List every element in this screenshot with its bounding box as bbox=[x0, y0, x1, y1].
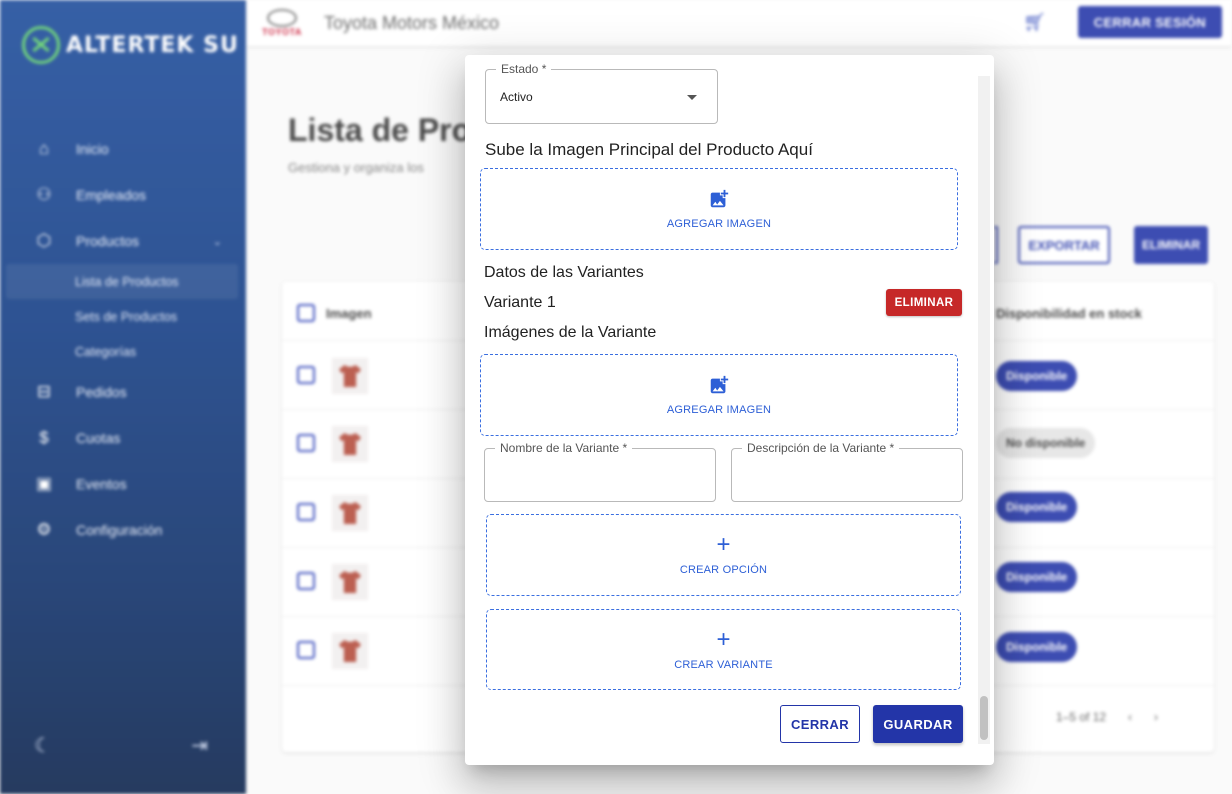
add-photo-icon bbox=[710, 375, 729, 394]
add-photo-icon bbox=[710, 189, 729, 208]
dialog-scrollbar-track[interactable] bbox=[978, 76, 990, 744]
save-button[interactable]: GUARDAR bbox=[873, 705, 963, 743]
variant-image-dropzone[interactable]: AGREGAR IMAGEN bbox=[480, 354, 958, 436]
main-image-dropzone[interactable]: AGREGAR IMAGEN bbox=[480, 168, 958, 250]
variant-images-heading: Imágenes de la Variante bbox=[484, 324, 657, 341]
main-image-heading: Sube la Imagen Principal del Producto Aq… bbox=[485, 140, 813, 159]
estado-label: Estado * bbox=[496, 62, 552, 76]
create-option-button[interactable]: + CREAR OPCIÓN bbox=[486, 514, 961, 596]
delete-variant-button[interactable]: ELIMINAR bbox=[886, 289, 962, 316]
variant-title: Variante 1 bbox=[484, 294, 556, 311]
close-dialog-button[interactable]: CERRAR bbox=[780, 705, 860, 743]
dropdown-arrow-icon bbox=[687, 95, 697, 100]
variant-name-field[interactable]: Nombre de la Variante * bbox=[484, 441, 716, 502]
estado-value: Activo bbox=[500, 90, 533, 104]
add-image-label: AGREGAR IMAGEN bbox=[666, 218, 772, 230]
dialog-scrollbar-thumb[interactable] bbox=[980, 696, 988, 740]
create-option-label: CREAR OPCIÓN bbox=[679, 564, 768, 576]
add-variant-image-label: AGREGAR IMAGEN bbox=[666, 404, 772, 416]
estado-select[interactable]: Estado * Activo bbox=[485, 62, 718, 124]
plus-icon: + bbox=[716, 531, 731, 558]
variant-name-label: Nombre de la Variante * bbox=[495, 441, 633, 455]
plus-icon: + bbox=[716, 625, 731, 653]
create-variant-button[interactable]: + CREAR VARIANTE bbox=[486, 609, 961, 690]
create-variant-label: CREAR VARIANTE bbox=[674, 658, 773, 671]
variant-description-label: Descripción de la Variante * bbox=[742, 441, 900, 455]
variants-heading: Datos de las Variantes bbox=[484, 264, 644, 281]
variant-description-field[interactable]: Descripción de la Variante * bbox=[731, 441, 963, 502]
